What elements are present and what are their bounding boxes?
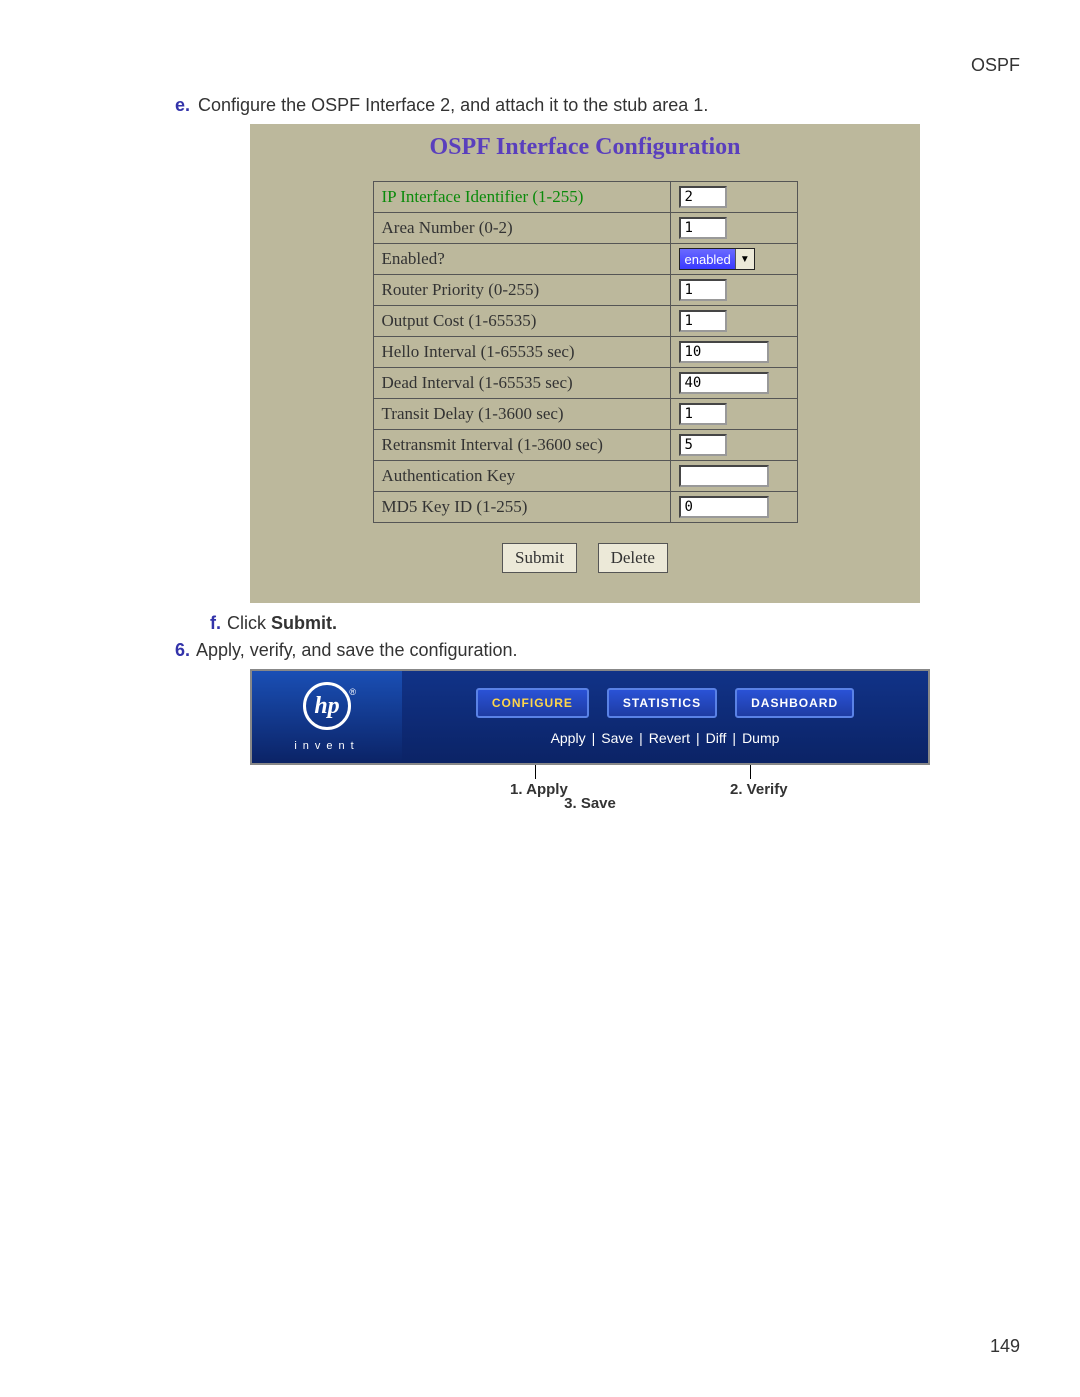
tab-statistics[interactable]: STATISTICS [607, 688, 717, 718]
config-row: Transit Delay (1-3600 sec) [373, 399, 797, 430]
step-e: e. Configure the OSPF Interface 2, and at… [175, 95, 1020, 116]
config-row-value-cell [670, 368, 797, 399]
step-6-text: Apply, verify, and save the configuratio… [196, 640, 518, 660]
annotation-save: 3. Save [250, 795, 930, 812]
config-row: Authentication Key [373, 461, 797, 492]
link-revert[interactable]: Revert [649, 730, 690, 746]
chevron-down-icon: ▼ [735, 249, 754, 269]
config-row: Hello Interval (1-65535 sec) [373, 337, 797, 368]
submit-button[interactable]: Submit [502, 543, 577, 573]
step-6: 6. Apply, verify, and save the configurat… [175, 640, 1020, 661]
config-row-label: IP Interface Identifier (1-255) [373, 182, 670, 213]
link-dump[interactable]: Dump [742, 730, 779, 746]
config-row-label: Output Cost (1-65535) [373, 306, 670, 337]
config-row-value-cell [670, 492, 797, 523]
config-row: Dead Interval (1-65535 sec) [373, 368, 797, 399]
step-e-marker: e. [175, 95, 190, 115]
link-diff[interactable]: Diff [706, 730, 727, 746]
config-input[interactable] [679, 310, 727, 332]
config-row-label: Dead Interval (1-65535 sec) [373, 368, 670, 399]
enabled-select[interactable]: enabled▼ [679, 248, 755, 270]
config-row-value-cell [670, 306, 797, 337]
ospf-config-panel: OSPF Interface Configuration IP Interfac… [250, 124, 920, 603]
config-row-label: MD5 Key ID (1-255) [373, 492, 670, 523]
config-row-value-cell [670, 430, 797, 461]
link-save[interactable]: Save [601, 730, 633, 746]
config-row-value-cell [670, 213, 797, 244]
config-row-label: Enabled? [373, 244, 670, 275]
step-e-text: Configure the OSPF Interface 2, and atta… [198, 95, 708, 115]
config-title: OSPF Interface Configuration [250, 124, 920, 181]
config-row-value-cell [670, 337, 797, 368]
config-input[interactable] [679, 496, 769, 518]
select-value: enabled [685, 252, 735, 267]
config-row-value-cell [670, 399, 797, 430]
config-row-value-cell [670, 182, 797, 213]
annotation-apply: 1. Apply [510, 781, 568, 798]
tab-configure[interactable]: CONFIGURE [476, 688, 589, 718]
config-row-label: Hello Interval (1-65535 sec) [373, 337, 670, 368]
tab-dashboard[interactable]: DASHBOARD [735, 688, 854, 718]
invent-text: invent [294, 740, 359, 752]
step-6-marker: 6. [175, 640, 190, 660]
config-row-value-cell: enabled▼ [670, 244, 797, 275]
link-apply[interactable]: Apply [551, 730, 586, 746]
config-input[interactable] [679, 279, 727, 301]
section-header: OSPF [971, 55, 1020, 76]
toolbar-link-row: Apply|Save|Revert|Diff|Dump [551, 730, 780, 746]
delete-button[interactable]: Delete [598, 543, 668, 573]
config-row-label: Authentication Key [373, 461, 670, 492]
hp-logo: hp ® invent [252, 671, 402, 763]
hp-logo-text: hp [306, 685, 348, 727]
config-table: IP Interface Identifier (1-255)Area Numb… [373, 181, 798, 523]
config-input[interactable] [679, 217, 727, 239]
page-number: 149 [990, 1336, 1020, 1357]
step-f-prefix: Click [227, 613, 271, 633]
config-input[interactable] [679, 186, 727, 208]
step-f-bold: Submit. [271, 613, 337, 633]
config-row: Area Number (0-2) [373, 213, 797, 244]
hp-toolbar: hp ® invent CONFIGURE STATISTICS DASHBOA… [250, 669, 930, 812]
config-row-value-cell [670, 461, 797, 492]
config-row: Output Cost (1-65535) [373, 306, 797, 337]
step-f: f. Click Submit. [210, 613, 1020, 634]
config-input[interactable] [679, 434, 727, 456]
config-row: IP Interface Identifier (1-255) [373, 182, 797, 213]
registered-icon: ® [349, 687, 356, 697]
config-row-label: Area Number (0-2) [373, 213, 670, 244]
config-row-label: Retransmit Interval (1-3600 sec) [373, 430, 670, 461]
config-row: MD5 Key ID (1-255) [373, 492, 797, 523]
config-row: Enabled? enabled▼ [373, 244, 797, 275]
config-row-label: Transit Delay (1-3600 sec) [373, 399, 670, 430]
config-row: Retransmit Interval (1-3600 sec) [373, 430, 797, 461]
annotation-verify: 2. Verify [730, 781, 788, 798]
config-row-value-cell [670, 275, 797, 306]
config-input[interactable] [679, 465, 769, 487]
config-row: Router Priority (0-255) [373, 275, 797, 306]
config-input[interactable] [679, 403, 727, 425]
step-f-marker: f. [210, 613, 221, 633]
config-input[interactable] [679, 341, 769, 363]
config-row-label: Router Priority (0-255) [373, 275, 670, 306]
config-input[interactable] [679, 372, 769, 394]
